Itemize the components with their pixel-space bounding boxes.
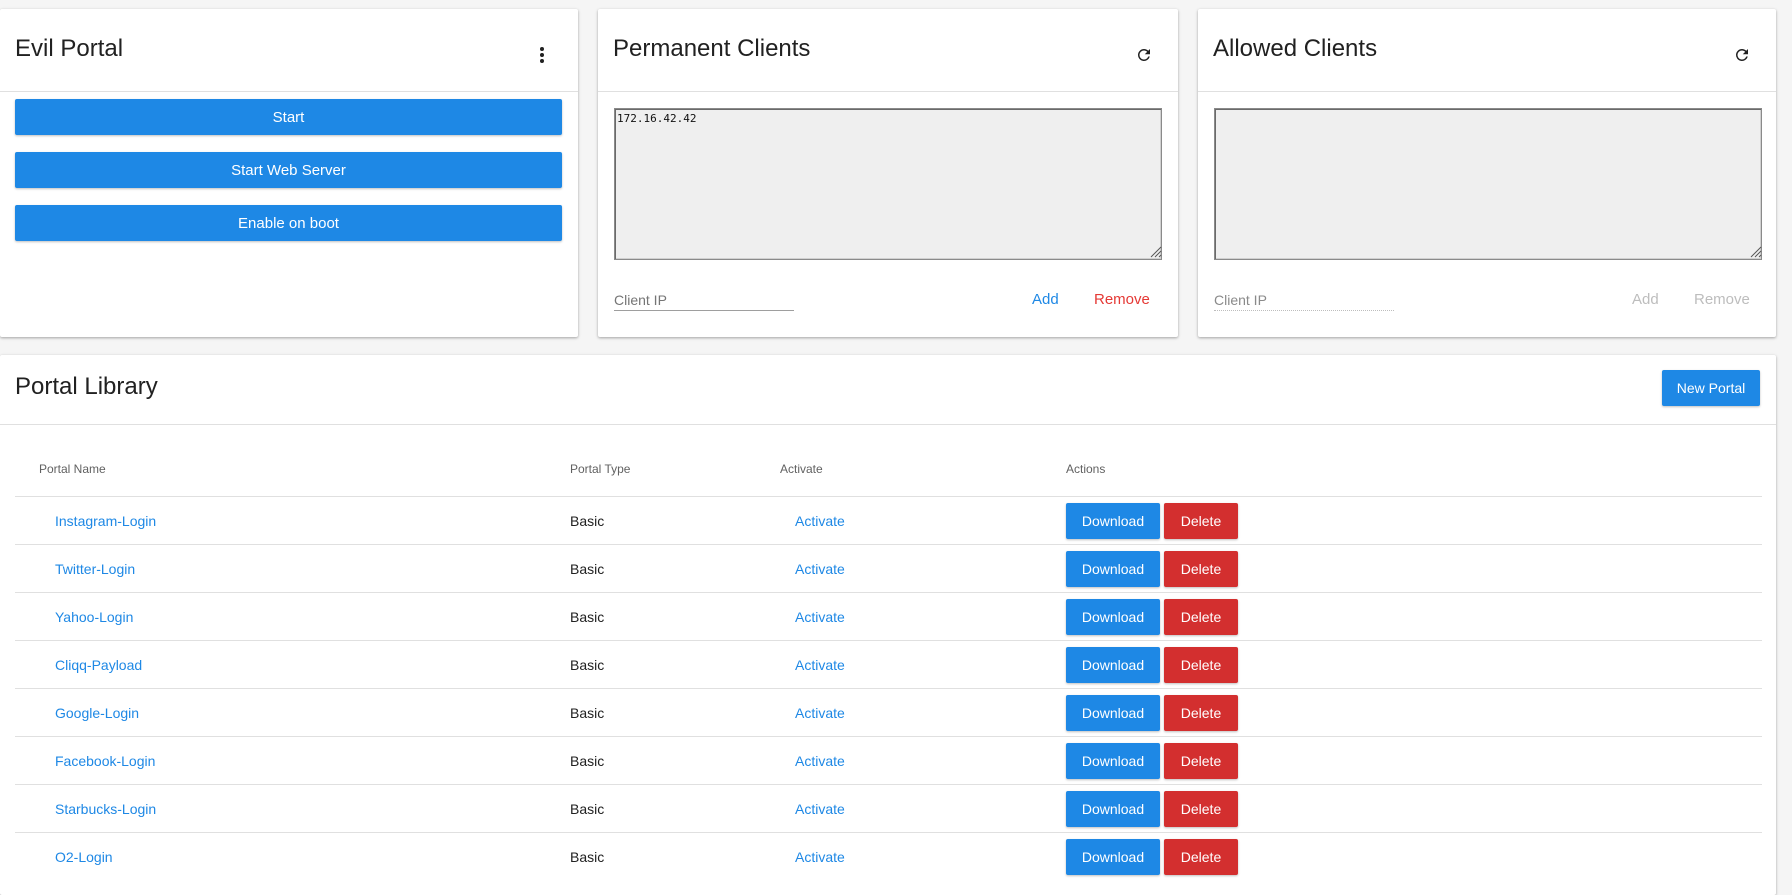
portal-type: Basic [570,609,605,625]
allowed-clients-list[interactable] [1214,108,1762,260]
portal-library-title: Portal Library [15,373,158,400]
allowed-remove-button[interactable]: Remove [1694,291,1750,308]
new-portal-button[interactable]: New Portal [1662,370,1760,406]
delete-button[interactable]: Delete [1164,743,1238,779]
portal-name-link[interactable]: O2-Login [55,833,113,881]
delete-button[interactable]: Delete [1164,791,1238,827]
activate-link[interactable]: Activate [795,641,845,689]
portal-type: Basic [570,801,605,817]
table-row: Google-Login Basic Activate Download Delete [15,688,1762,737]
resize-grip-icon[interactable] [1148,244,1162,258]
portal-name-link[interactable]: Instagram-Login [55,497,156,545]
download-button[interactable]: Download [1066,839,1160,875]
evil-portal-title: Evil Portal [15,35,124,62]
portal-type: Basic [570,657,605,673]
download-button[interactable]: Download [1066,695,1160,731]
more-vert-icon[interactable] [528,41,556,69]
activate-link[interactable]: Activate [795,737,845,785]
start-web-server-button[interactable]: Start Web Server [15,152,562,188]
permanent-clients-card: Permanent Clients 172.16.42.42 Client IP… [598,9,1178,337]
download-button[interactable]: Download [1066,503,1160,539]
permanent-remove-button[interactable]: Remove [1094,291,1150,308]
permanent-clients-title: Permanent Clients [613,35,811,62]
portal-library-header: Portal Library New Portal [0,355,1776,425]
download-button[interactable]: Download [1066,743,1160,779]
evil-portal-header: Evil Portal [0,9,578,92]
permanent-client-ip-input[interactable]: Client IP [614,289,794,311]
portal-type: Basic [570,513,605,529]
portal-name-link[interactable]: Google-Login [55,689,139,737]
delete-button[interactable]: Delete [1164,599,1238,635]
permanent-clients-header: Permanent Clients [598,9,1178,92]
allowed-clients-header: Allowed Clients [1198,9,1776,92]
permanent-add-button[interactable]: Add [1032,291,1059,308]
table-row: Yahoo-Login Basic Activate Download Delete [15,592,1762,641]
table-row: Starbucks-Login Basic Activate Download Dele… [15,784,1762,833]
activate-link[interactable]: Activate [795,545,845,593]
activate-link[interactable]: Activate [795,497,845,545]
delete-button[interactable]: Delete [1164,647,1238,683]
table-row: Cliqq-Payload Basic Activate Download Delete [15,640,1762,689]
portal-library-card: Portal Library New Portal Portal Name Po… [0,355,1776,895]
column-header-activate: Activate [780,462,823,476]
column-header-portal-type: Portal Type [570,462,631,476]
delete-button[interactable]: Delete [1164,695,1238,731]
column-header-portal-name: Portal Name [39,462,106,476]
portal-name-link[interactable]: Yahoo-Login [55,593,133,641]
portal-type: Basic [570,753,605,769]
download-button[interactable]: Download [1066,551,1160,587]
activate-link[interactable]: Activate [795,785,845,833]
download-button[interactable]: Download [1066,791,1160,827]
table-row: Facebook-Login Basic Activate Download Delet… [15,736,1762,785]
table-row: Twitter-Login Basic Activate Download Delete [15,544,1762,593]
allowed-add-button[interactable]: Add [1632,291,1659,308]
table-row: O2-Login Basic Activate Download Delete [15,832,1762,881]
portal-name-link[interactable]: Cliqq-Payload [55,641,142,689]
permanent-clients-list[interactable]: 172.16.42.42 [614,108,1162,260]
refresh-icon[interactable] [1130,41,1158,69]
portal-name-link[interactable]: Facebook-Login [55,737,155,785]
portal-type: Basic [570,705,605,721]
delete-button[interactable]: Delete [1164,551,1238,587]
enable-on-boot-button[interactable]: Enable on boot [15,205,562,241]
download-button[interactable]: Download [1066,647,1160,683]
allowed-clients-card: Allowed Clients Client IP Add Remove [1198,9,1776,337]
refresh-icon[interactable] [1728,41,1756,69]
activate-link[interactable]: Activate [795,833,845,881]
allowed-client-ip-input[interactable]: Client IP [1214,289,1394,311]
resize-grip-icon[interactable] [1748,244,1762,258]
portal-name-link[interactable]: Starbucks-Login [55,785,156,833]
portal-type: Basic [570,561,605,577]
activate-link[interactable]: Activate [795,593,845,641]
portal-name-link[interactable]: Twitter-Login [55,545,135,593]
delete-button[interactable]: Delete [1164,839,1238,875]
start-button[interactable]: Start [15,99,562,135]
portal-type: Basic [570,849,605,865]
table-row: Instagram-Login Basic Activate Download Dele… [15,496,1762,545]
download-button[interactable]: Download [1066,599,1160,635]
allowed-clients-title: Allowed Clients [1213,35,1378,62]
activate-link[interactable]: Activate [795,689,845,737]
column-header-actions: Actions [1066,462,1106,476]
delete-button[interactable]: Delete [1164,503,1238,539]
evil-portal-card: Evil Portal Start Start Web Server Enabl… [0,9,578,337]
